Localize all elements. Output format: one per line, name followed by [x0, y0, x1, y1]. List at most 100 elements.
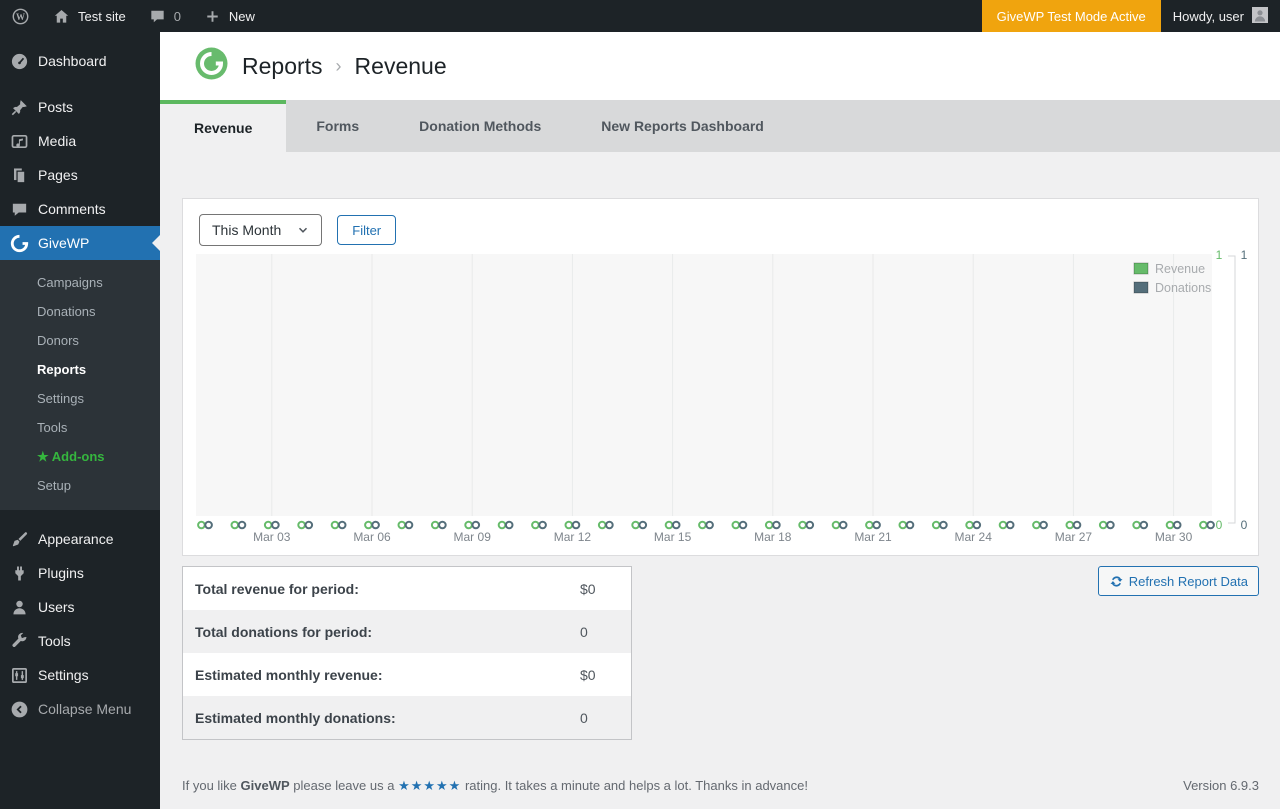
page-footer: If you like GiveWP please leave us a ★★★…: [160, 778, 1280, 794]
report-tabs: Revenue Forms Donation Methods New Reports …: [160, 100, 1280, 152]
howdy-label: Howdy, user: [1172, 8, 1244, 24]
summary-label: Estimated monthly donations:: [195, 709, 396, 726]
svg-text:Mar 21: Mar 21: [854, 530, 892, 544]
admin-bar: W Test site 0 New GiveWP Test Mode Activ…: [0, 0, 1280, 32]
summary-row-estimated-monthly-donations: Estimated monthly donations: 0: [183, 696, 631, 739]
wordpress-menu[interactable]: W: [0, 0, 41, 32]
svg-text:Mar 06: Mar 06: [353, 530, 391, 544]
summary-value: $0: [580, 580, 596, 597]
sidebar-item-label: GiveWP: [38, 235, 90, 251]
summary-label: Estimated monthly revenue:: [195, 666, 383, 683]
sidebar-item-label: Collapse Menu: [38, 701, 132, 717]
page-header: Reports › Revenue: [160, 32, 1280, 100]
menu-separator: [0, 78, 160, 90]
refresh-report-button[interactable]: Refresh Report Data: [1097, 566, 1259, 596]
sidebar-item-plugins[interactable]: Plugins: [0, 556, 160, 590]
givewp-submenu: Campaigns Donations Donors Reports Settings T…: [0, 260, 160, 510]
five-star-link[interactable]: ★★★★★: [398, 778, 461, 793]
page-title: Revenue: [354, 52, 447, 79]
menu-separator: [0, 510, 160, 522]
sidebar-item-label: Pages: [38, 167, 78, 183]
submenu-item-add-ons[interactable]: ★ Add-ons: [0, 442, 160, 471]
tab-donation-methods[interactable]: Donation Methods: [389, 100, 571, 152]
tools-icon: [9, 631, 29, 651]
givewp-icon: [9, 233, 29, 253]
sidebar-item-label: Appearance: [38, 531, 114, 547]
svg-text:Mar 15: Mar 15: [654, 530, 692, 544]
submenu-item-settings[interactable]: Settings: [0, 384, 160, 413]
submenu-item-campaigns[interactable]: Campaigns: [0, 268, 160, 297]
submenu-item-donors[interactable]: Donors: [0, 326, 160, 355]
givewp-logo: [195, 47, 228, 85]
sidebar-item-label: Users: [38, 599, 75, 615]
period-select[interactable]: This Month: [199, 214, 323, 246]
svg-text:W: W: [16, 12, 25, 22]
svg-text:Mar 18: Mar 18: [754, 530, 792, 544]
sidebar-item-tools[interactable]: Tools: [0, 624, 160, 658]
sidebar-item-pages[interactable]: Pages: [0, 158, 160, 192]
sidebar-item-givewp[interactable]: GiveWP: [0, 226, 160, 260]
appearance-icon: [9, 529, 29, 549]
account-menu[interactable]: Howdy, user: [1161, 0, 1280, 32]
media-icon: [9, 131, 29, 151]
summary-table: Total revenue for period: $0 Total donatio…: [182, 566, 632, 740]
sidebar-item-comments[interactable]: Comments: [0, 192, 160, 226]
tab-forms[interactable]: Forms: [286, 100, 389, 152]
rating-suffix: rating. It takes a minute and helps a lo…: [461, 778, 808, 793]
rating-mid: please leave us a: [289, 778, 399, 793]
submenu-item-setup[interactable]: Setup: [0, 471, 160, 500]
submenu-item-donations[interactable]: Donations: [0, 297, 160, 326]
svg-text:Donations: Donations: [1155, 281, 1211, 295]
comments-count: 0: [173, 8, 181, 24]
admin-sidebar: Dashboard Posts Media Pages Comments GiveWP Ca…: [0, 32, 160, 809]
chevron-down-icon: [296, 223, 310, 237]
avatar: [1252, 6, 1268, 26]
submenu-item-tools[interactable]: Tools: [0, 413, 160, 442]
sidebar-item-dashboard[interactable]: Dashboard: [0, 44, 160, 78]
plus-icon: [203, 7, 222, 26]
submenu-item-reports[interactable]: Reports: [0, 355, 160, 384]
sidebar-item-media[interactable]: Media: [0, 124, 160, 158]
home-icon: [52, 7, 71, 26]
svg-text:0: 0: [1241, 518, 1248, 532]
admin-bar-spacer: [266, 0, 982, 32]
site-name: Test site: [78, 8, 126, 24]
givewp-test-mode-badge[interactable]: GiveWP Test Mode Active: [981, 0, 1161, 32]
filter-button[interactable]: Filter: [337, 215, 397, 245]
sidebar-item-label: Tools: [38, 633, 71, 649]
svg-text:Mar 24: Mar 24: [955, 530, 993, 544]
summary-row-total-revenue-for-period: Total revenue for period: $0: [183, 567, 631, 610]
breadcrumb-separator: ›: [335, 55, 342, 76]
dashboard-icon: [9, 51, 29, 71]
sidebar-item-settings[interactable]: Settings: [0, 658, 160, 692]
summary-value: 0: [580, 623, 588, 640]
report-content: This Month Filter Mar 03 Mar 06 Mar 09 Mar …: [160, 152, 1280, 740]
sidebar-item-appearance[interactable]: Appearance: [0, 522, 160, 556]
sidebar-item-label: Media: [38, 133, 77, 149]
tab-revenue[interactable]: Revenue: [160, 100, 287, 152]
collapse-icon: [9, 699, 29, 719]
summary-value: 0: [580, 709, 588, 726]
new-content-menu[interactable]: New: [192, 0, 266, 32]
period-select-value: This Month: [212, 222, 282, 238]
sidebar-item-label: Dashboard: [38, 53, 107, 69]
site-name-link[interactable]: Test site: [41, 0, 137, 32]
sidebar-item-users[interactable]: Users: [0, 590, 160, 624]
sidebar-item-posts[interactable]: Posts: [0, 90, 160, 124]
svg-text:Mar 09: Mar 09: [454, 530, 492, 544]
svg-text:Revenue: Revenue: [1155, 262, 1205, 276]
summary-row-estimated-monthly-revenue: Estimated monthly revenue: $0: [183, 653, 631, 696]
sidebar-item-label: Posts: [38, 99, 74, 115]
svg-text:1: 1: [1241, 248, 1248, 262]
summary-label: Total revenue for period:: [195, 580, 359, 597]
svg-text:1: 1: [1216, 248, 1223, 262]
tab-new-reports-dashboard[interactable]: New Reports Dashboard: [571, 100, 794, 152]
sidebar-item-collapse-menu[interactable]: Collapse Menu: [0, 692, 160, 726]
summary-label: Total donations for period:: [195, 623, 373, 640]
revenue-chart-card: This Month Filter Mar 03 Mar 06 Mar 09 Mar …: [182, 198, 1259, 556]
breadcrumb-section[interactable]: Reports: [242, 53, 323, 80]
version-label: Version 6.9.3: [1183, 778, 1259, 793]
comments-shortcut[interactable]: 0: [137, 0, 192, 32]
test-mode-label: GiveWP Test Mode Active: [996, 8, 1146, 24]
rating-prefix: If you like: [182, 778, 241, 793]
